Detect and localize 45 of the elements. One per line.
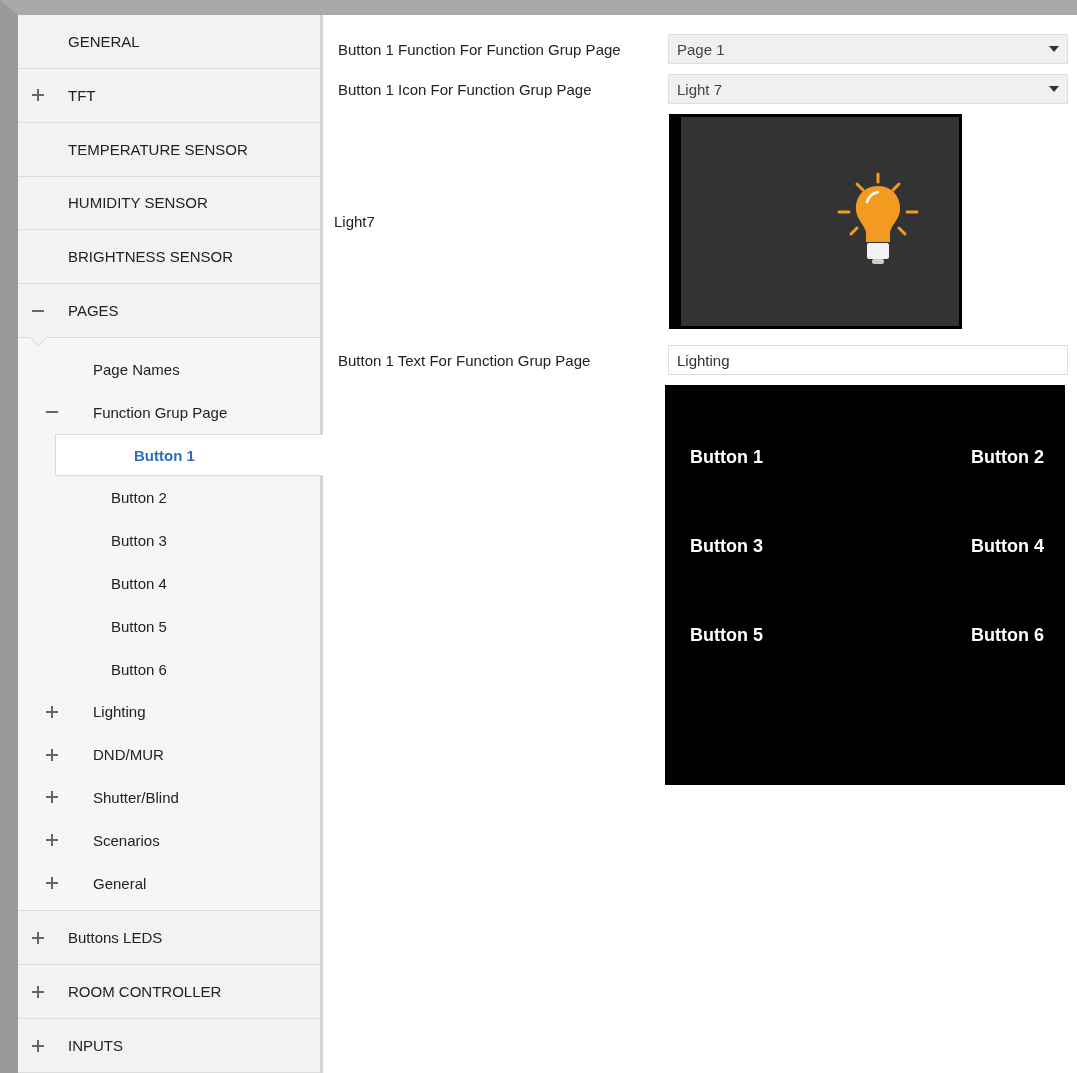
tree-item[interactable]: Function Grup Page (18, 390, 320, 434)
plus-icon[interactable] (46, 748, 58, 761)
tree-item[interactable]: DND/MUR (18, 733, 320, 777)
parameter-label: Button 1 Text For Function Grup Page (338, 351, 591, 369)
screen-button-label: Button 2 (971, 447, 1044, 468)
tree-item[interactable]: Button 2 (18, 476, 320, 520)
tree-item[interactable]: Shutter/Blind (18, 776, 320, 819)
dropdown[interactable]: Light 7 (668, 74, 1068, 104)
tree-item[interactable]: Button 1 (55, 433, 323, 477)
parameter-label: Button 1 Function For Function Grup Page (338, 40, 621, 58)
plus-icon[interactable] (32, 1039, 44, 1052)
tree-item[interactable]: Scenarios (18, 818, 320, 862)
sidebar-item[interactable]: INPUTS (18, 1019, 320, 1073)
tree-item[interactable]: General (18, 861, 320, 905)
caret-icon (1049, 46, 1059, 52)
sidebar-item[interactable]: HUMIDITY SENSOR (18, 176, 320, 231)
tree-item[interactable]: Button 5 (18, 604, 320, 648)
plus-icon[interactable] (46, 834, 58, 847)
tree-item[interactable]: Lighting (18, 690, 320, 734)
tree-item[interactable]: Button 4 (18, 562, 320, 605)
tree-item[interactable]: Button 6 (18, 647, 320, 691)
dropdown[interactable]: Page 1 (668, 34, 1068, 64)
sidebar-item[interactable]: TEMPERATURE SENSOR (18, 122, 320, 177)
parameter-label: Button 1 Icon For Function Grup Page (338, 80, 592, 98)
screen-button-label: Button 4 (971, 536, 1044, 557)
icon-name-label: Light7 (334, 213, 375, 230)
sidebar-item[interactable]: Buttons LEDS (18, 911, 320, 966)
tree-item[interactable]: Button 3 (18, 519, 320, 563)
screen-button-label: Button 1 (690, 447, 763, 468)
plus-icon[interactable] (46, 877, 58, 889)
text-field[interactable]: Lighting (668, 345, 1068, 375)
caret-icon (1049, 86, 1059, 92)
screen-button-label: Button 3 (690, 536, 763, 557)
plus-icon[interactable] (46, 791, 58, 804)
screen-button-label: Button 5 (690, 625, 763, 646)
plus-icon[interactable] (46, 705, 58, 718)
plus-icon[interactable] (32, 931, 44, 944)
plus-icon[interactable] (32, 985, 44, 998)
sidebar-item[interactable]: GENERAL (18, 15, 320, 69)
sidebar-item[interactable]: ROOM CONTROLLER (18, 965, 320, 1020)
tree-item[interactable]: Page Names (18, 348, 320, 391)
sidebar-item[interactable]: BRIGHTNESS SENSOR (18, 230, 320, 285)
sidebar-item[interactable]: TFT (18, 68, 320, 123)
plus-icon[interactable] (32, 89, 44, 102)
screen-button-label: Button 6 (971, 625, 1044, 646)
